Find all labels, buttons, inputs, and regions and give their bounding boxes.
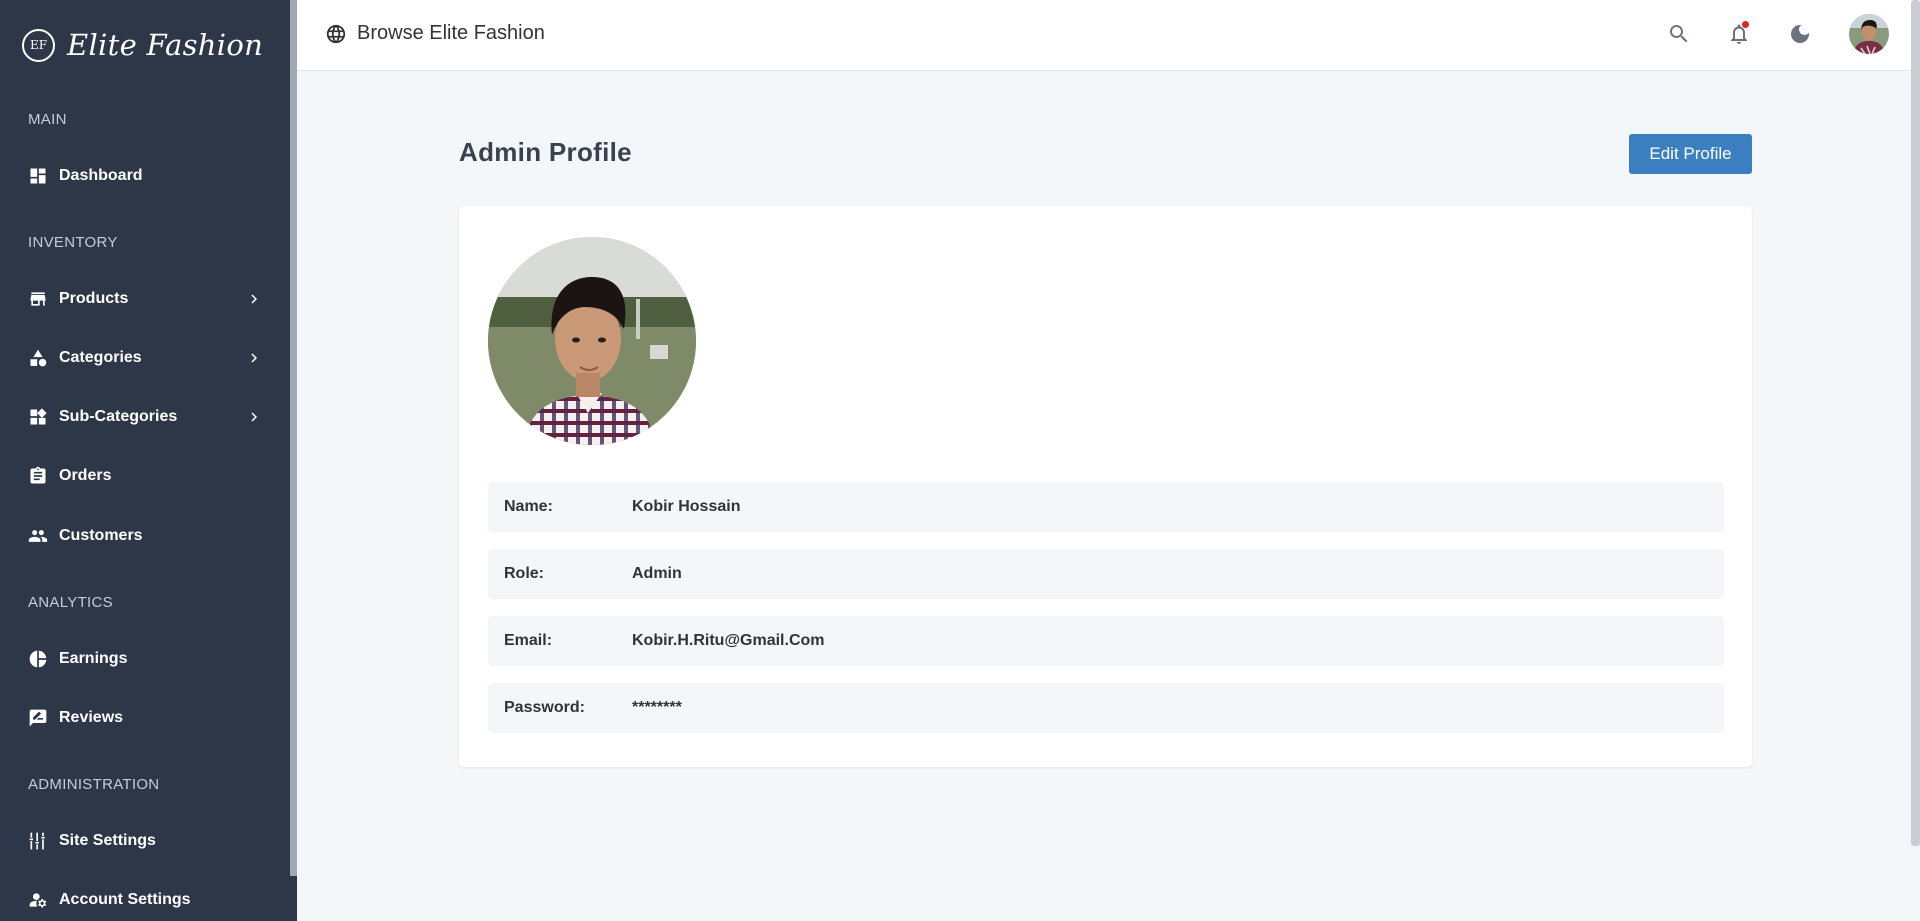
info-value: ******** [632, 699, 682, 716]
sidebar-item-label: Orders [59, 467, 112, 484]
top-header: Browse Elite Fashion [297, 0, 1920, 71]
notification-dot [1742, 21, 1749, 28]
sidebar-item-label: Products [59, 290, 129, 307]
clipboard-icon [28, 466, 48, 486]
browse-store-link[interactable]: Browse Elite Fashion [325, 22, 545, 45]
chevron-right-icon [245, 408, 263, 426]
sidebar-item-label: Earnings [59, 650, 128, 667]
people-icon [28, 526, 48, 546]
dashboard-icon [28, 166, 48, 186]
manage-account-icon [28, 890, 48, 910]
brand-name: Elite Fashion [67, 28, 264, 62]
chevron-right-icon [245, 290, 263, 308]
sidebar-item-label: Sub-Categories [59, 408, 178, 425]
info-row-password: Password: ******** [488, 683, 1724, 733]
info-key: Name: [504, 498, 553, 515]
sidebar-item-products[interactable]: Products [28, 284, 263, 314]
sidebar-scrollbar[interactable] [290, 0, 297, 876]
section-title-inventory: INVENTORY [28, 234, 118, 251]
rate-review-icon [28, 708, 48, 728]
sidebar-item-label: Dashboard [59, 167, 143, 184]
info-value: Kobir Hossain [632, 498, 741, 515]
sidebar-item-label: Categories [59, 349, 142, 366]
bell-icon[interactable] [1727, 21, 1751, 46]
info-row-name: Name: Kobir Hossain [488, 482, 1724, 532]
section-title-main: MAIN [28, 111, 67, 128]
page-title: Admin Profile [459, 137, 632, 167]
pie-chart-icon [28, 649, 48, 669]
store-icon [28, 289, 48, 309]
widgets-icon [28, 407, 48, 427]
profile-avatar [488, 237, 696, 445]
sidebar-item-dashboard[interactable]: Dashboard [28, 161, 263, 191]
browse-label: Browse Elite Fashion [357, 22, 545, 44]
sliders-icon [28, 831, 48, 851]
sidebar-item-earnings[interactable]: Earnings [28, 644, 263, 674]
chevron-right-icon [245, 349, 263, 367]
sidebar-item-orders[interactable]: Orders [28, 461, 263, 491]
sidebar-item-customers[interactable]: Customers [28, 521, 263, 551]
shapes-icon [28, 348, 48, 368]
sidebar-item-account-settings[interactable]: Account Settings [28, 885, 263, 915]
globe-icon [326, 24, 346, 43]
moon-icon[interactable] [1788, 22, 1812, 46]
header-avatar[interactable] [1849, 14, 1889, 54]
sidebar-item-label: Site Settings [59, 832, 156, 849]
section-title-administration: ADMINISTRATION [28, 776, 160, 793]
sidebar-item-sub-categories[interactable]: Sub-Categories [28, 402, 263, 432]
sidebar-item-label: Reviews [59, 709, 124, 726]
sidebar: EF Elite Fashion MAIN Dashboard INVENTOR… [0, 0, 297, 921]
sidebar-item-label: Customers [59, 527, 143, 544]
brand-logo-text: EF [29, 38, 48, 52]
info-key: Role: [504, 565, 544, 582]
sidebar-item-reviews[interactable]: Reviews [28, 703, 263, 733]
info-key: Email: [504, 632, 553, 649]
profile-card: Name: Kobir Hossain Role: Admin Email: K… [459, 206, 1752, 767]
sidebar-item-site-settings[interactable]: Site Settings [28, 826, 263, 856]
sidebar-item-label: Account Settings [59, 891, 191, 908]
info-key: Password: [504, 699, 585, 716]
info-row-role: Role: Admin [488, 549, 1724, 599]
info-row-email: Email: Kobir.H.Ritu@Gmail.Com [488, 616, 1724, 666]
brand-logo-icon: EF [22, 28, 55, 62]
section-title-analytics: ANALYTICS [28, 594, 113, 611]
edit-profile-button[interactable]: Edit Profile [1629, 134, 1752, 174]
sidebar-item-categories[interactable]: Categories [28, 343, 263, 373]
info-value: Admin [632, 565, 682, 582]
search-icon[interactable] [1667, 22, 1691, 46]
brand[interactable]: EF Elite Fashion [22, 28, 263, 62]
page-scrollbar[interactable] [1911, 0, 1920, 846]
info-value: Kobir.H.Ritu@Gmail.Com [632, 632, 825, 649]
